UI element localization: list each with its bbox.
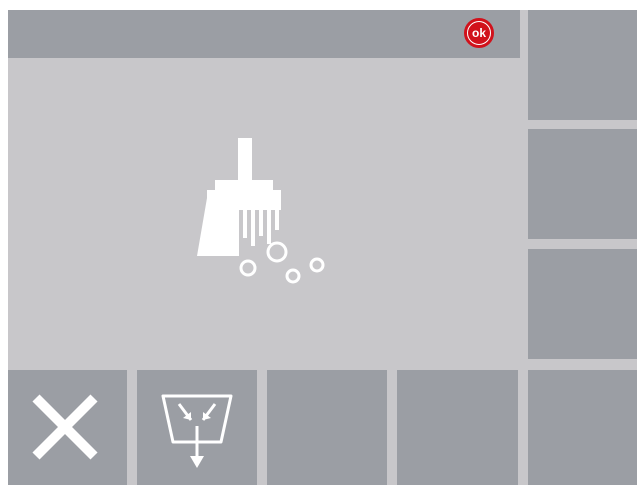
side-button-3[interactable] (528, 249, 637, 359)
ok-status-icon: ok (464, 18, 494, 48)
bottom-button-3[interactable] (267, 370, 387, 485)
drain-button[interactable] (137, 370, 257, 485)
close-icon (32, 394, 98, 460)
ok-status-label: ok (468, 22, 490, 44)
drain-icon (161, 394, 233, 468)
side-button-1[interactable] (528, 10, 637, 120)
broom-icon (197, 138, 325, 284)
bottom-button-5[interactable] (528, 370, 637, 485)
side-button-2[interactable] (528, 129, 637, 239)
cancel-button[interactable] (8, 370, 127, 485)
top-bar (8, 10, 520, 58)
bottom-button-4[interactable] (397, 370, 518, 485)
